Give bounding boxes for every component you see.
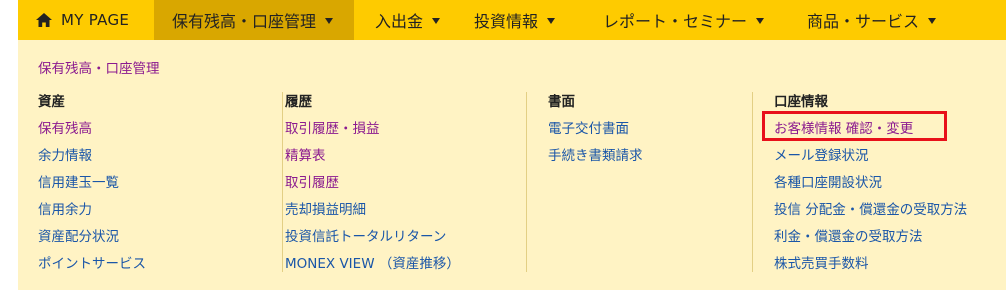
list-item: 投信 分配金・償還金の受取方法 — [774, 200, 967, 227]
link-settlement-table[interactable]: 精算表 — [285, 148, 326, 164]
link-monex-view[interactable]: MONEX VIEW （資産推移） — [285, 256, 460, 272]
nav-deposit-withdrawal-label: 入出金 — [375, 12, 424, 31]
link-stock-commission[interactable]: 株式売買手数料 — [774, 256, 869, 272]
nav-report-seminar[interactable]: レポート・セミナー — [581, 0, 777, 40]
chevron-down-icon — [928, 18, 937, 24]
link-margin-positions[interactable]: 信用建玉一覧 — [38, 175, 119, 191]
column-heading: 口座情報 — [774, 94, 828, 110]
list-item: 精算表 — [285, 146, 460, 173]
column-heading: 書面 — [548, 94, 575, 110]
list-item: 余力情報 — [38, 146, 146, 173]
nav-balance-account[interactable]: 保有残高・口座管理 — [154, 0, 354, 49]
nav-balance-account-label: 保有残高・口座管理 — [172, 12, 317, 31]
column-heading: 履歴 — [285, 94, 312, 110]
top-navigation: MY PAGE 保有残高・口座管理 入出金 投資情報 レポート・セミナー 商品・… — [18, 0, 1006, 49]
dropdown-title-link[interactable]: 保有残高・口座管理 — [38, 57, 160, 77]
link-fund-distribution-method[interactable]: 投信 分配金・償還金の受取方法 — [774, 202, 967, 218]
link-fund-total-return[interactable]: 投資信託トータルリターン — [285, 229, 446, 245]
column-heading: 資産 — [38, 94, 65, 110]
nav-products-services-label: 商品・サービス — [807, 12, 920, 31]
list-item: 信用余力 — [38, 200, 146, 227]
link-trade-history[interactable]: 取引履歴 — [285, 175, 339, 191]
list-item: 売却損益明細 — [285, 200, 460, 227]
chevron-down-icon — [547, 18, 556, 24]
list-item: 保有残高 — [38, 119, 146, 146]
dropdown-panel: 保有残高・口座管理 資産 保有残高 余力情報 信用建玉一覧 信用余力 資産配分状… — [18, 40, 1006, 290]
list-item: 取引履歴・損益 — [285, 119, 460, 146]
list-item: ポイントサービス — [38, 254, 146, 281]
link-interest-redemption-method[interactable]: 利金・償還金の受取方法 — [774, 229, 923, 245]
home-icon — [36, 13, 52, 27]
nav-investment-info-label: 投資情報 — [474, 12, 539, 31]
link-buying-power[interactable]: 余力情報 — [38, 148, 92, 164]
list-item: 利金・償還金の受取方法 — [774, 227, 967, 254]
list-item: 投資信託トータルリターン — [285, 227, 460, 254]
link-account-opening-status[interactable]: 各種口座開設状況 — [774, 175, 882, 191]
list-item: 電子交付書面 — [548, 119, 643, 146]
nav-deposit-withdrawal[interactable]: 入出金 — [354, 0, 458, 40]
nav-mypage-label: MY PAGE — [61, 11, 130, 29]
chevron-down-icon — [432, 18, 441, 24]
nav-investment-info[interactable]: 投資情報 — [458, 0, 581, 40]
nav-mypage[interactable]: MY PAGE — [18, 0, 154, 40]
link-electronic-documents[interactable]: 電子交付書面 — [548, 121, 629, 137]
list-item: 株式売買手数料 — [774, 254, 967, 281]
chevron-down-icon — [325, 18, 334, 24]
column-documents: 書面 電子交付書面 手続き書類請求 — [526, 92, 643, 272]
highlight-box — [762, 111, 947, 141]
list-item: 信用建玉一覧 — [38, 173, 146, 200]
chevron-down-icon — [756, 18, 765, 24]
link-margin-capacity[interactable]: 信用余力 — [38, 202, 92, 218]
nav-products-services[interactable]: 商品・サービス — [777, 0, 937, 40]
nav-report-seminar-label: レポート・セミナー — [603, 12, 748, 31]
link-holdings[interactable]: 保有残高 — [38, 121, 92, 137]
link-realized-pl-detail[interactable]: 売却損益明細 — [285, 202, 366, 218]
list-item: 取引履歴 — [285, 173, 460, 200]
list-item: 資産配分状況 — [38, 227, 146, 254]
list-item: 手続き書類請求 — [548, 146, 643, 173]
link-point-service[interactable]: ポイントサービス — [38, 256, 146, 272]
column-assets: 資産 保有残高 余力情報 信用建玉一覧 信用余力 資産配分状況 ポイントサービス — [38, 92, 146, 272]
link-asset-allocation[interactable]: 資産配分状況 — [38, 229, 119, 245]
column-history: 履歴 取引履歴・損益 精算表 取引履歴 売却損益明細 投資信託トータルリターン … — [282, 92, 460, 272]
link-trade-history-pl[interactable]: 取引履歴・損益 — [285, 121, 380, 137]
link-email-registration[interactable]: メール登録状況 — [774, 148, 869, 164]
list-item: メール登録状況 — [774, 146, 967, 173]
list-item: MONEX VIEW （資産推移） — [285, 254, 460, 281]
link-document-request[interactable]: 手続き書類請求 — [548, 148, 643, 164]
list-item: 各種口座開設状況 — [774, 173, 967, 200]
